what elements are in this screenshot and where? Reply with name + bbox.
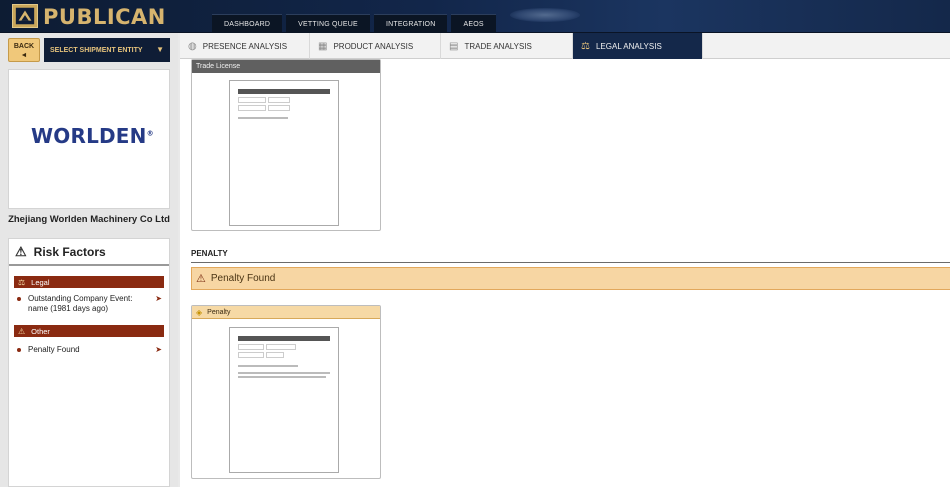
legal-analysis-content: Trade License PENALTY ⚠ Penalty Found ◈ … (180, 59, 950, 487)
risk-category-label: Legal (31, 277, 50, 287)
risk-item-outstanding-event[interactable]: Outstanding Company Event: name (1981 da… (14, 294, 164, 314)
tab-trade-analysis[interactable]: ▤ TRADE ANALYSIS (441, 33, 573, 59)
registered-mark: ® (146, 129, 154, 138)
company-logo: WORLDEN® (31, 124, 154, 148)
penalty-card[interactable]: ◈ Penalty (191, 305, 381, 479)
risk-item-label: Outstanding Company Event: name (1981 da… (28, 294, 133, 313)
top-bar: PUBLICAN DASHBOARD VETTING QUEUE INTEGRA… (0, 0, 950, 33)
risk-category-label: Other (31, 326, 50, 336)
globe-icon: ◍ (188, 40, 197, 52)
risk-factors-header: ⚠ Risk Factors (9, 239, 169, 266)
nav-vetting-queue[interactable]: VETTING QUEUE (286, 14, 370, 33)
tab-legal-analysis[interactable]: ⚖ LEGAL ANALYSIS (573, 33, 703, 59)
risk-factors-panel: ⚠ Risk Factors ⚖ Legal Outstanding Compa… (8, 238, 170, 487)
section-divider (191, 262, 950, 263)
trade-license-card[interactable]: Trade License (191, 59, 381, 231)
sidebar: BACK ◄ SELECT SHIPMENT ENTITY ▼ WORLDEN®… (0, 33, 178, 487)
risk-category-other: ⚠ Other (14, 325, 164, 337)
company-logo-card: WORLDEN® (8, 69, 170, 209)
publican-logo-icon[interactable] (12, 4, 38, 28)
ship-icon: ▤ (449, 40, 459, 52)
warning-icon: ⚠ (18, 326, 26, 336)
warning-diamond-icon: ◈ (196, 307, 203, 317)
warning-icon: ⚠ (196, 273, 206, 285)
company-logo-text: WORLDEN (31, 124, 147, 148)
boxes-icon: ▦ (318, 40, 328, 52)
gavel-icon: ⚖ (18, 277, 26, 287)
analysis-tabs: ◍ PRESENCE ANALYSIS ▦ PRODUCT ANALYSIS ▤… (180, 33, 950, 59)
trade-license-title: Trade License (196, 63, 241, 70)
gavel-icon: ⚖ (581, 40, 590, 52)
back-label: BACK (13, 43, 35, 50)
risk-factors-title: Risk Factors (33, 244, 106, 259)
nav-dashboard[interactable]: DASHBOARD (212, 14, 283, 33)
nav-integration[interactable]: INTEGRATION (373, 14, 448, 33)
back-button[interactable]: BACK ◄ (8, 38, 40, 62)
world-map-icon (510, 8, 580, 22)
penalty-card-header: ◈ Penalty (192, 306, 380, 319)
nav-aeos[interactable]: AEOS (451, 14, 496, 33)
shipment-entity-select[interactable]: SELECT SHIPMENT ENTITY ▼ (44, 38, 170, 62)
top-nav: DASHBOARD VETTING QUEUE INTEGRATION AEOS (212, 14, 496, 33)
risk-category-legal: ⚖ Legal (14, 276, 164, 288)
penalty-card-title: Penalty (207, 308, 231, 316)
penalty-alert: ⚠ Penalty Found (191, 267, 950, 290)
trade-license-document-thumbnail[interactable] (229, 80, 339, 226)
bullet-icon (17, 297, 21, 301)
penalty-section-title: PENALTY (191, 249, 228, 258)
penalty-alert-text: Penalty Found (210, 273, 276, 284)
brand-name[interactable]: PUBLICAN (43, 5, 166, 29)
arrow-right-icon[interactable]: ➤ (155, 345, 162, 355)
warning-icon: ⚠ (15, 243, 27, 259)
tab-label: LEGAL ANALYSIS (595, 41, 662, 51)
risk-item-penalty-found[interactable]: Penalty Found ➤ (14, 345, 164, 355)
arrow-right-icon[interactable]: ➤ (155, 294, 162, 304)
tab-product-analysis[interactable]: ▦ PRODUCT ANALYSIS (310, 33, 441, 59)
penalty-document-thumbnail[interactable] (229, 327, 339, 473)
company-name: Zhejiang Worlden Machinery Co Ltd (8, 214, 170, 225)
entity-select-label: SELECT SHIPMENT ENTITY (50, 46, 143, 54)
tab-label: PRODUCT ANALYSIS (333, 41, 414, 51)
risk-item-label: Penalty Found (28, 345, 80, 354)
chevron-down-icon: ▼ (156, 45, 164, 54)
bullet-icon (17, 348, 21, 352)
tab-label: TRADE ANALYSIS (464, 41, 532, 51)
tab-label: PRESENCE ANALYSIS (202, 41, 288, 51)
back-arrow-icon: ◄ (20, 52, 28, 59)
tab-presence-analysis[interactable]: ◍ PRESENCE ANALYSIS (180, 33, 310, 59)
trade-license-header: Trade License (192, 60, 380, 73)
